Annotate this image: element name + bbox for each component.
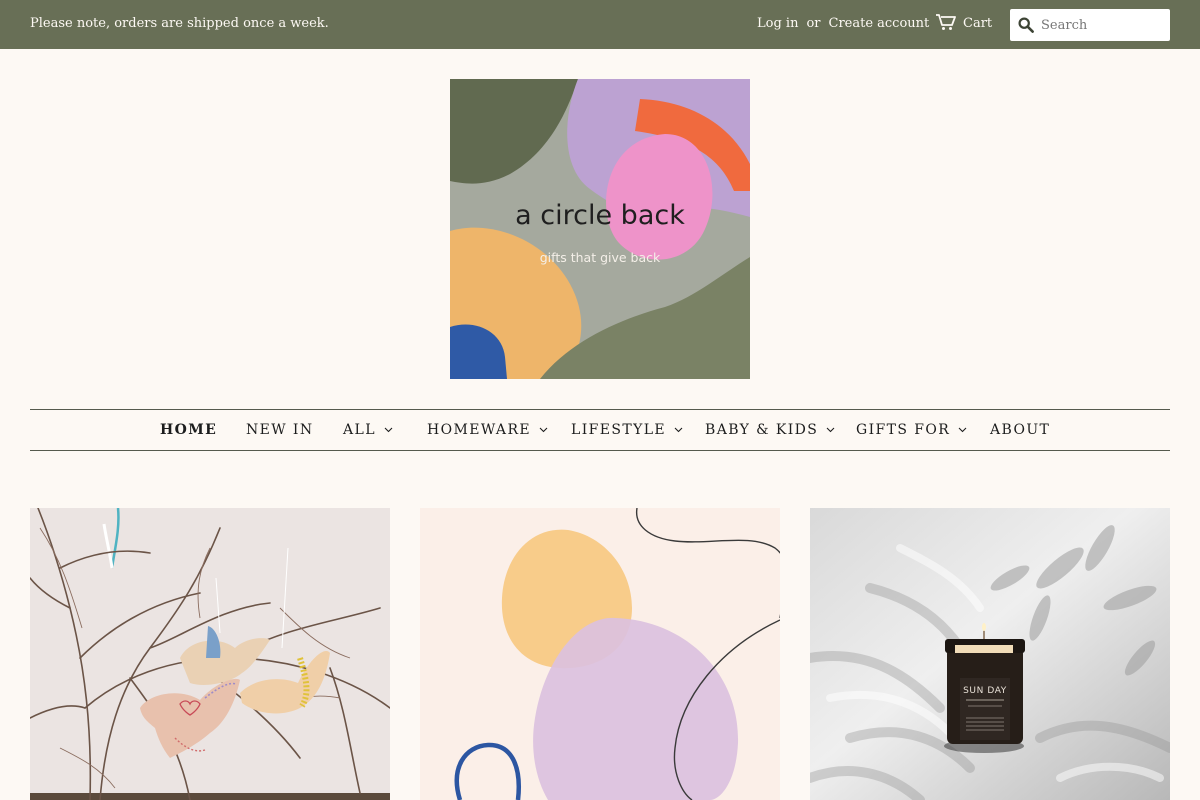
chevron-down-icon xyxy=(384,427,393,433)
bird-ornaments-image xyxy=(30,508,390,800)
nav-lifestyle[interactable]: LIFESTYLE xyxy=(571,422,683,438)
nav-new-in-label: NEW IN xyxy=(246,422,314,438)
search-box[interactable] xyxy=(1010,9,1170,41)
nav-home[interactable]: HOME xyxy=(160,422,217,438)
candle-image: SUN DAY xyxy=(810,508,1170,800)
nav-about[interactable]: ABOUT xyxy=(990,422,1050,438)
cart-link[interactable]: Cart xyxy=(935,13,992,31)
nav-homeware-label: HOMEWARE xyxy=(427,422,532,438)
chevron-down-icon xyxy=(826,427,835,433)
chevron-down-icon xyxy=(539,427,548,433)
logo-title: a circle back xyxy=(515,200,685,231)
nav-all-label: ALL xyxy=(343,422,376,438)
nav-gifts-for-label: GIFTS FOR xyxy=(856,422,951,438)
nav-about-label: ABOUT xyxy=(990,422,1051,438)
nav-home-label: HOME xyxy=(160,422,218,438)
or-separator: or xyxy=(806,16,821,31)
nav-new-in[interactable]: NEW IN xyxy=(246,422,314,438)
main-nav: HOME NEW IN ALL HOMEWARE LIFESTYLE BABY … xyxy=(30,409,1170,451)
create-account-link[interactable]: Create account xyxy=(829,16,930,31)
account-links: Log in or Create account xyxy=(757,16,929,31)
featured-image-candle[interactable]: SUN DAY xyxy=(810,508,1170,800)
nav-lifestyle-label: LIFESTYLE xyxy=(571,422,667,438)
logo-tagline: gifts that give back xyxy=(539,250,661,265)
nav-gifts-for[interactable]: GIFTS FOR xyxy=(856,422,967,438)
chevron-down-icon xyxy=(674,427,683,433)
cart-label[interactable]: Cart xyxy=(963,16,992,31)
announcement-bar: Please note, orders are shipped once a w… xyxy=(0,0,1200,49)
featured-image-abstract-print[interactable] xyxy=(420,508,780,800)
nav-baby-kids[interactable]: BABY & KIDS xyxy=(705,422,835,438)
announcement-text: Please note, orders are shipped once a w… xyxy=(30,16,329,31)
featured-image-bird-ornaments[interactable] xyxy=(30,508,390,800)
chevron-down-icon xyxy=(958,427,967,433)
nav-all[interactable]: ALL xyxy=(343,422,393,438)
nav-baby-kids-label: BABY & KIDS xyxy=(705,422,819,438)
nav-homeware[interactable]: HOMEWARE xyxy=(427,422,548,438)
candle-brand: SUN DAY xyxy=(963,686,1007,696)
abstract-print-image xyxy=(420,508,780,800)
search-icon[interactable] xyxy=(1018,17,1034,33)
search-input[interactable] xyxy=(1041,17,1161,33)
cart-icon xyxy=(936,14,956,30)
login-link[interactable]: Log in xyxy=(757,16,798,31)
